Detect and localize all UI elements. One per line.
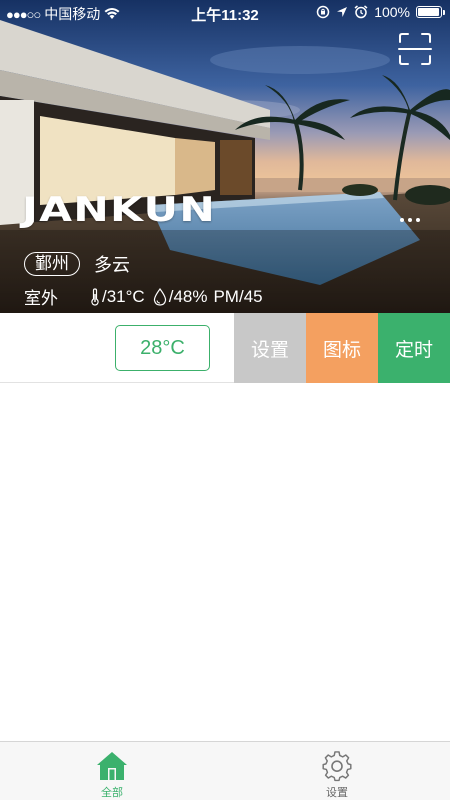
- alarm-icon: [354, 5, 368, 19]
- outdoor-metrics-row: 室外 /31°C /48% PM/45: [24, 284, 263, 309]
- more-dot-icon: [416, 218, 420, 222]
- set-temperature-display[interactable]: 28°C: [115, 325, 210, 371]
- brand-logo: JANKUN: [22, 190, 217, 230]
- scan-icon: [398, 33, 432, 65]
- outdoor-humidity: /48%: [153, 286, 208, 307]
- gear-icon: [322, 751, 352, 782]
- pm-value: PM/45: [213, 286, 263, 306]
- tab-all[interactable]: 全部: [62, 742, 162, 800]
- device-timer-button[interactable]: 定时: [378, 313, 450, 383]
- weather-condition: 多云: [94, 255, 130, 275]
- more-dot-icon: [408, 218, 412, 222]
- home-icon: [97, 752, 127, 780]
- scan-qr-button[interactable]: [398, 32, 432, 66]
- humidity-value: /48%: [168, 286, 208, 306]
- more-dot-icon: [400, 218, 404, 222]
- city-selector[interactable]: 鄞州: [24, 252, 80, 276]
- tab-settings[interactable]: 设置: [287, 742, 387, 800]
- battery-icon: [416, 6, 445, 18]
- device-icon-button[interactable]: 图标: [306, 313, 378, 383]
- temperature-value: /31°C: [102, 286, 145, 306]
- hero-banner: ●●●○○ 中国移动 上午11:32 100% JANKUN 鄞州 多云 室外 …: [0, 0, 450, 313]
- more-options-button[interactable]: [400, 212, 428, 228]
- bottom-tab-bar: 全部 设置: [0, 741, 450, 800]
- device-control-row: 28°C 设置 图标 定时: [0, 313, 450, 383]
- status-bar: ●●●○○ 中国移动 上午11:32 100%: [0, 0, 450, 26]
- tab-all-label: 全部: [101, 787, 123, 799]
- location-weather-row: 鄞州 多云: [24, 251, 130, 277]
- device-settings-button[interactable]: 设置: [234, 313, 306, 383]
- battery-percent: 100%: [374, 4, 410, 20]
- outdoor-temperature: /31°C: [90, 287, 145, 307]
- orientation-lock-icon: [316, 5, 330, 19]
- humidity-icon: [153, 287, 166, 306]
- tab-settings-label: 设置: [326, 787, 348, 799]
- location-icon: [337, 7, 348, 17]
- outdoor-label: 室外: [24, 289, 58, 308]
- thermometer-icon: [91, 287, 99, 306]
